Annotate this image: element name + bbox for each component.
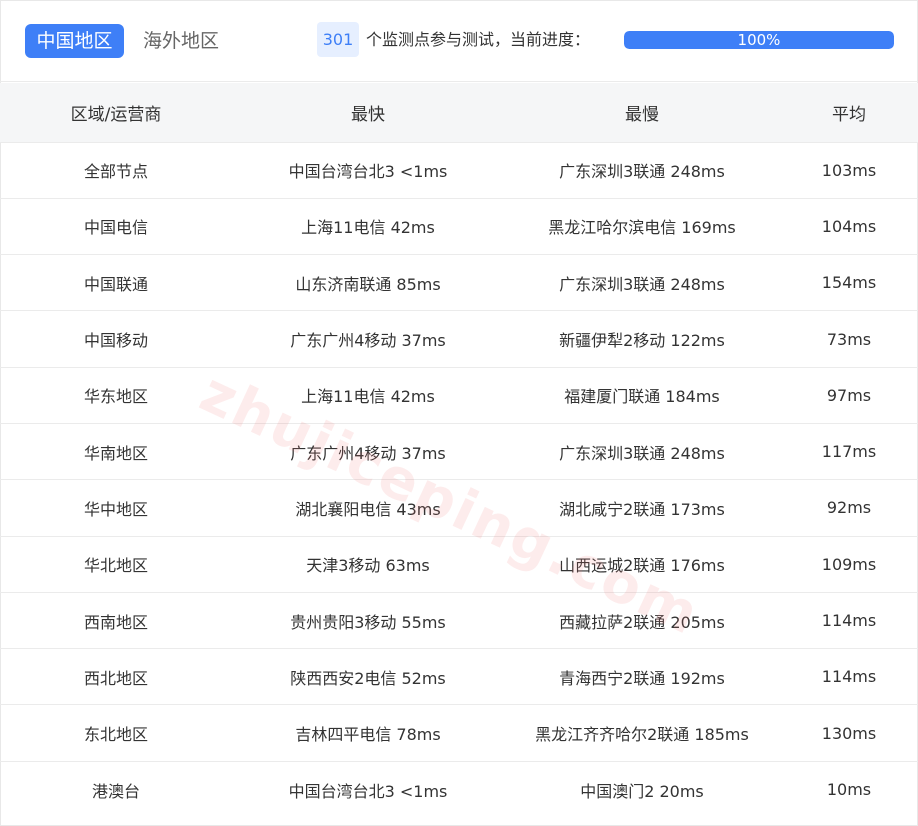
table-row: 西南地区 贵州贵阳3移动 55ms 西藏拉萨2联通 205ms 114ms [0,592,918,650]
cell-fastest: 天津3移动 63ms [232,536,504,593]
cell-slowest: 福建厦门联通 184ms [504,367,780,424]
results-header: 中国地区 海外地区 301 个监测点参与测试，当前进度： 100% [0,0,918,82]
cell-average: 117ms [780,423,918,481]
tab-overseas-region[interactable]: 海外地区 [143,24,233,58]
table-row: 中国电信 上海11电信 42ms 黑龙江哈尔滨电信 169ms 104ms [0,198,918,256]
cell-average: 114ms [780,648,918,706]
cell-region: 港澳台 [91,781,140,801]
cell-average: 109ms [780,536,918,593]
cell-fastest: 贵州贵阳3移动 55ms [232,592,504,650]
cell-slowest: 山西运城2联通 176ms [504,536,780,593]
cell-region: 华北地区 [0,536,232,593]
table-row: 西北地区 陕西西安2电信 52ms 青海西宁2联通 192ms 114ms [0,648,918,706]
progress-label: 个监测点参与测试，当前进度： [366,30,591,49]
cell-slowest: 中国澳门2 20ms [580,781,704,801]
cell-average: 92ms [780,479,918,537]
cell-slowest: 青海西宁2联通 192ms [504,648,780,706]
cell-slowest: 黑龙江齐齐哈尔2联通 185ms [504,704,780,762]
table-body: 全部节点 中国台湾台北3 <1ms 广东深圳3联通 248ms 103ms 中国电信 上海… [0,142,918,818]
cell-fastest: 湖北襄阳电信 43ms [232,479,504,537]
latency-table: 区域/运营商 最快 最慢 平均 全部节点 中国台湾台北3 <1ms 广东深圳3联通 … [0,83,918,818]
cell-slowest: 广东深圳3联通 248ms [504,142,780,199]
column-header-slowest: 最慢 [504,83,780,143]
cell-average: 103ms [780,142,918,199]
cell-fastest: 吉林四平电信 78ms [232,704,504,762]
cell-average: 97ms [780,367,918,424]
cell-average: 73ms [780,310,918,368]
cell-slowest: 黑龙江哈尔滨电信 169ms [504,198,780,256]
cell-region: 华南地区 [0,423,232,481]
table-header-row: 区域/运营商 最快 最慢 平均 [0,83,918,143]
cell-region: 西北地区 [0,648,232,706]
cell-region: 中国移动 [0,310,232,368]
cell-region: 华东地区 [0,367,232,424]
table-row: 华南地区 广东广州4移动 37ms 广东深圳3联通 248ms 117ms [0,423,918,481]
column-header-fastest: 最快 [232,83,504,143]
table-row: 中国移动 广东广州4移动 37ms 新疆伊犁2移动 122ms 73ms [0,310,918,368]
cell-fastest: 广东广州4移动 37ms [232,310,504,368]
cell-average: 114ms [780,592,918,650]
cell-slowest: 湖北咸宁2联通 173ms [504,479,780,537]
cell-region: 全部节点 [0,142,232,199]
cell-slowest: 广东深圳3联通 248ms [504,254,780,312]
cell-region: 中国联通 [0,254,232,312]
table-row: 华中地区 湖北襄阳电信 43ms 湖北咸宁2联通 173ms 92ms [0,479,918,537]
table-row: 华东地区 上海11电信 42ms 福建厦门联通 184ms 97ms [0,367,918,424]
cell-fastest: 上海11电信 42ms [232,367,504,424]
table-row: 全部节点 中国台湾台北3 <1ms 广东深圳3联通 248ms 103ms [0,142,918,199]
cell-fastest: 陕西西安2电信 52ms [232,648,504,706]
cell-slowest: 新疆伊犁2移动 122ms [504,310,780,368]
cell-average: 104ms [780,198,918,256]
cell-fastest: 中国台湾台北3 <1ms [288,781,448,801]
cell-average: 130ms [780,704,918,762]
cell-slowest: 广东深圳3联通 248ms [504,423,780,481]
cell-fastest: 中国台湾台北3 <1ms [232,142,504,199]
table-row: 华北地区 天津3移动 63ms 山西运城2联通 176ms 109ms [0,536,918,593]
table-row: 中国联通 山东济南联通 85ms 广东深圳3联通 248ms 154ms [0,254,918,312]
column-header-average: 平均 [780,83,918,143]
progress-bar: 100% [624,31,894,49]
cell-slowest: 西藏拉萨2联通 205ms [504,592,780,650]
cell-average: 10ms [826,780,872,800]
cell-average: 154ms [780,254,918,312]
cell-region: 西南地区 [0,592,232,650]
tab-china-region[interactable]: 中国地区 [25,24,124,58]
progress-percent-text: 100% [737,31,781,49]
cell-region: 东北地区 [0,704,232,762]
column-header-region: 区域/运营商 [0,83,232,143]
table-row: 东北地区 吉林四平电信 78ms 黑龙江齐齐哈尔2联通 185ms 130ms [0,704,918,762]
node-count-badge: 301 [317,22,359,57]
cell-fastest: 上海11电信 42ms [232,198,504,256]
cell-region: 华中地区 [0,479,232,537]
cell-fastest: 山东济南联通 85ms [232,254,504,312]
table-row: 港澳台 中国台湾台北3 <1ms 中国澳门2 20ms 10ms [0,761,918,817]
cell-region: 中国电信 [0,198,232,256]
cell-fastest: 广东广州4移动 37ms [232,423,504,481]
